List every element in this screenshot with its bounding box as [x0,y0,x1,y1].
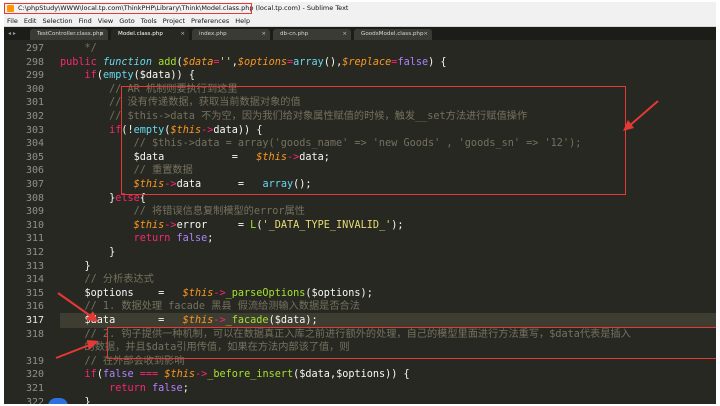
menu-item-goto[interactable]: Goto [116,15,138,27]
menu-item-tools[interactable]: Tools [138,15,160,27]
code-token: // 将错误信息复制模型的error属性 [60,206,305,218]
code-token: ; [182,383,189,394]
menu-item-file[interactable]: File [4,15,21,27]
code-token: $this [60,219,165,231]
code-token: $data [182,56,214,68]
code-token: error = [176,219,251,231]
code-token: $options [237,56,287,68]
code-token: } [60,192,116,204]
code-token: '_DATA_TYPE_INVALID_' [262,219,392,231]
menu-item-project[interactable]: Project [160,15,188,27]
code-token: -> [213,287,226,299]
code-token: if [60,70,97,82]
code-token: '' [219,56,232,68]
menu-item-edit[interactable]: Edit [21,15,40,27]
tab-label: TestController.class.php [37,31,104,37]
code-token: -> [194,369,208,381]
close-icon[interactable]: × [342,29,347,40]
tab-db-cn-php[interactable]: db-cn.php × [273,29,351,40]
line-number: 318 [25,328,44,340]
code-token: -> [213,315,226,326]
code-token: ); [391,219,404,231]
code-token: $replace [342,56,392,68]
code-token: (), [323,56,343,68]
path-highlight-box [4,3,252,14]
code-token: return [60,383,153,394]
tab-scroll-icon[interactable]: ◂ ▸ [8,27,16,40]
tab-label: GoodsModel.class.php [361,31,424,37]
code-token: if [60,369,97,381]
sublime-window: C:\phpStudy\WWW\local.tp.com\ThinkPHP\Li… [4,2,716,404]
title-bar: C:\phpStudy\WWW\local.tp.com\ThinkPHP\Li… [4,2,716,15]
code-token: ($data); [268,315,318,326]
menu-item-help[interactable]: Help [232,15,253,27]
menu-item-find[interactable]: Find [75,15,94,27]
code-token: ; [207,233,214,245]
code-token: // 分析表达式 [60,274,154,286]
menu-item-selection[interactable]: Selection [39,15,75,27]
code-token: } [60,260,91,272]
tab-index-php[interactable]: index.php × [192,29,270,40]
tab-label: Model.class.php [118,31,163,37]
code-token: false [152,383,183,394]
code-token: $this [182,287,214,299]
code-token: ($data,$options)) { [293,369,410,381]
tab-bar: ◂ ▸ TestController.class.php × Model.class… [4,27,716,40]
code-token: empty [102,70,134,82]
code-token: === [139,369,165,381]
tab-goodsmodel-class-php[interactable]: GoodsModel.class.php × [354,29,432,40]
annotation-arrow-left-lower [55,340,99,359]
code-token: false [397,56,429,68]
annotation-box-ar-block [121,86,626,195]
code-token: ) { [428,56,447,68]
tab-testcontroller-class-php[interactable]: TestController.class.php × [30,29,108,40]
code-token: return [60,233,177,245]
tab-label: db-cn.php [280,31,309,37]
code-token: // 1. 数据处理 facade 黑县 假流给测输入数据是否合法 [60,301,360,313]
menu-item-preferences[interactable]: Preferences [188,15,232,27]
code-token: _facade [225,315,269,326]
close-icon[interactable]: × [180,29,185,40]
code-token: -> [164,219,177,231]
code-token: $this [164,369,195,381]
minimap-marker [48,398,68,404]
close-icon[interactable]: × [423,29,428,40]
code-token: _parseOptions [225,287,306,299]
close-icon[interactable]: × [261,29,266,40]
code-token: false [176,233,208,245]
code-token: ($options); [305,287,373,299]
code-token: function [102,56,159,68]
annotation-arrow-left-upper [57,292,98,322]
tab-model-class-php[interactable]: Model.class.php × [111,29,189,40]
code-token: */ [60,43,97,54]
close-icon[interactable]: × [99,29,104,40]
code-token: array [293,56,324,68]
tab-label: index.php [199,31,227,37]
code-token: } [60,247,116,258]
code-token: public [60,56,103,68]
annotation-box-hook-comment [107,327,716,359]
menu-bar: File Edit Selection Find View Goto Tools Projec… [4,15,716,27]
code-token: ($data)) { [133,70,195,82]
code-token: if [60,124,122,136]
annotation-arrow-right [623,100,659,131]
code-token: $this [182,315,214,326]
code-token: _before_insert [207,369,294,381]
line-number: 322 [25,396,44,404]
line-number-gutter: 297 298 299 300 301 302 303 304 305 306 307 308 309 3… [4,40,52,404]
menu-item-view[interactable]: View [95,15,116,27]
code-token: add [158,56,177,68]
code-token: false [102,369,140,381]
